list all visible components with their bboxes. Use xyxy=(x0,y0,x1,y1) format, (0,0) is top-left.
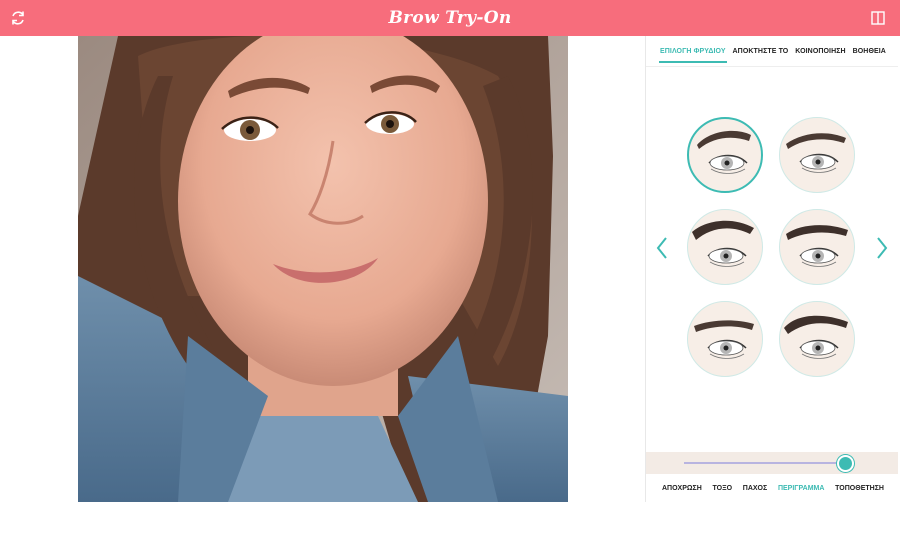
chevron-left-icon[interactable] xyxy=(655,236,669,260)
top-tabs: ΕΠΙΛΟΓΗ ΦΡΥΔΙΟΥ ΑΠΟΚΤΗΣΤΕ ΤΟ ΚΟΙΝΟΠΟΙΗΣΗ… xyxy=(646,36,898,66)
tab-choose-brow[interactable]: ΕΠΙΛΟΓΗ ΦΡΥΔΙΟΥ xyxy=(659,41,727,63)
tab-thickness[interactable]: ΠΑΧΟΣ xyxy=(743,485,767,492)
adjustment-slider xyxy=(646,452,898,474)
bottom-tabs: ΑΠΟΧΡΩΣΗ ΤΟΞΟ ΠΑΧΟΣ ΠΕΡΙΓΡΑΜΜΑ ΤΟΠΟΘΕΤΗΣ… xyxy=(646,482,898,494)
split-panel-icon[interactable] xyxy=(871,11,885,25)
tab-shade[interactable]: ΑΠΟΧΡΩΣΗ xyxy=(662,485,702,492)
brow-style-1[interactable] xyxy=(687,117,763,193)
tab-help[interactable]: ΒΟΗΘΕΙΑ xyxy=(853,41,886,62)
slider-thumb[interactable] xyxy=(836,455,854,472)
user-photo xyxy=(78,36,568,502)
brow-style-3[interactable] xyxy=(687,209,763,285)
brow-panel: ΕΠΙΛΟΓΗ ΦΡΥΔΙΟΥ ΑΠΟΚΤΗΣΤΕ ΤΟ ΚΟΙΝΟΠΟΙΗΣΗ… xyxy=(645,36,898,502)
app-title: Brow Try-On xyxy=(388,8,512,28)
brow-style-6[interactable] xyxy=(779,301,855,377)
chevron-right-icon[interactable] xyxy=(875,236,889,260)
brow-style-4[interactable] xyxy=(779,209,855,285)
tab-arch[interactable]: ΤΟΞΟ xyxy=(713,485,733,492)
tab-placement[interactable]: ΤΟΠΟΘΕΤΗΣΗ xyxy=(835,485,884,492)
slider-track[interactable] xyxy=(684,462,852,464)
tabs-divider xyxy=(646,66,898,67)
brow-style-5[interactable] xyxy=(687,301,763,377)
app-header: Brow Try-On xyxy=(0,0,900,36)
brow-style-2[interactable] xyxy=(779,117,855,193)
tab-get-it[interactable]: ΑΠΟΚΤΗΣΤΕ ΤΟ xyxy=(733,41,789,62)
tab-outline[interactable]: ΠΕΡΙΓΡΑΜΜΑ xyxy=(778,485,824,492)
refresh-icon[interactable] xyxy=(9,9,27,27)
tab-share[interactable]: ΚΟΙΝΟΠΟΙΗΣΗ xyxy=(795,41,845,62)
